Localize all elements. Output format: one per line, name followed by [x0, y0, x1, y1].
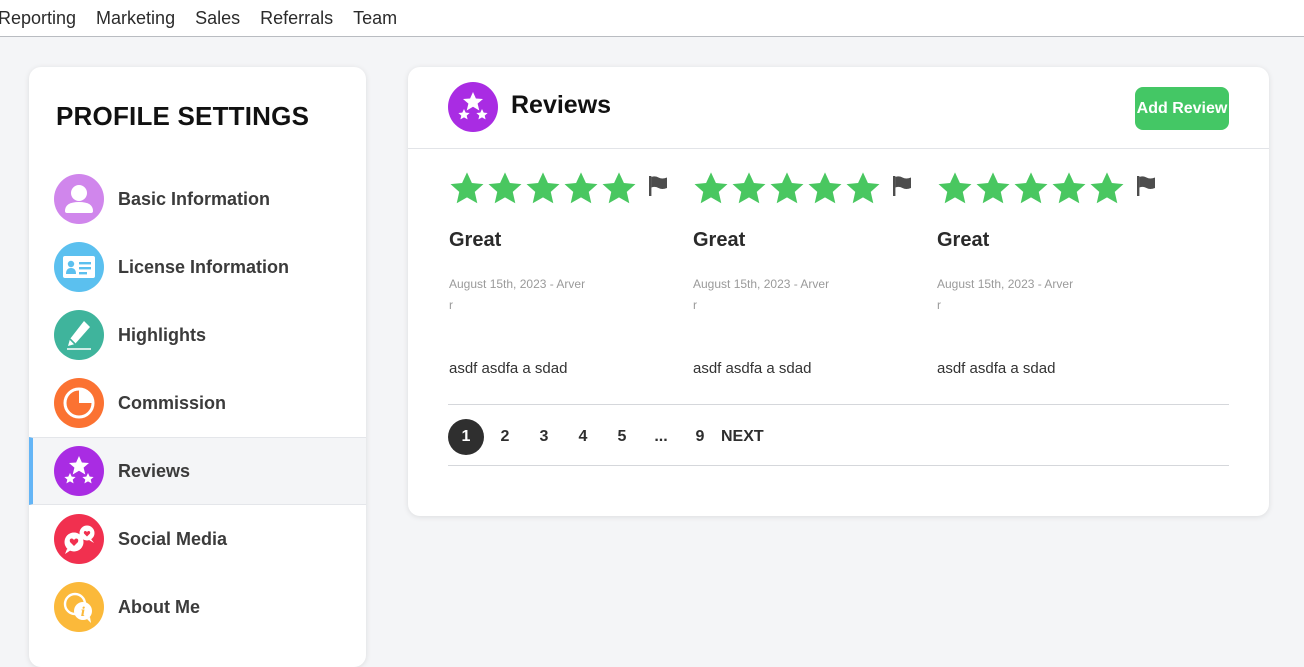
review-title: Great [449, 229, 502, 251]
page-2[interactable]: 2 [496, 419, 514, 455]
report-flag-icon[interactable] [1134, 174, 1158, 198]
nav-reporting[interactable]: Reporting [0, 0, 76, 37]
sidebar-item-highlights[interactable]: Highlights [29, 301, 366, 369]
page-title: Reviews [511, 91, 612, 119]
sidebar-item-label: Highlights [118, 324, 206, 345]
star-icon [808, 172, 842, 204]
review-body: asdf asdfa a sdad [937, 360, 1056, 377]
star-icon [938, 172, 972, 204]
nav-referrals[interactable]: Referrals [260, 0, 333, 37]
page-5[interactable]: 5 [613, 419, 631, 455]
review-item: Great August 15th, 2023 - Arverr asdf as… [692, 170, 922, 406]
sidebar-item-about-me[interactable]: i About Me [29, 573, 366, 641]
report-flag-icon[interactable] [890, 174, 914, 198]
star-icon [488, 172, 522, 204]
star-icon [1090, 172, 1124, 204]
star-rating [936, 170, 1158, 208]
review-meta: August 15th, 2023 - Arverr [937, 277, 1074, 312]
review-meta: August 15th, 2023 - Arverr [693, 277, 830, 312]
star-icon [1052, 172, 1086, 204]
review-item: Great August 15th, 2023 - Arverr asdf as… [936, 170, 1166, 406]
star-icon [976, 172, 1010, 204]
top-nav: Reporting Marketing Sales Referrals Team [0, 0, 1304, 37]
user-icon [54, 174, 104, 224]
star-rating [692, 170, 914, 208]
sidebar-item-social-media[interactable]: Social Media [29, 505, 366, 573]
review-body: asdf asdfa a sdad [693, 360, 812, 377]
id-card-icon [54, 242, 104, 292]
page-1[interactable]: 1 [448, 419, 484, 455]
star-icon [526, 172, 560, 204]
svg-text:i: i [81, 605, 86, 619]
sidebar-item-license-information[interactable]: License Information [29, 233, 366, 301]
sidebar-item-label: Basic Information [118, 188, 271, 209]
nav-team[interactable]: Team [353, 0, 397, 37]
reviews-card: Reviews Add Review Great August 15th, 20… [408, 67, 1269, 516]
review-meta: August 15th, 2023 - Arverr [449, 277, 586, 312]
page-9[interactable]: 9 [691, 419, 709, 455]
star-icon [694, 172, 728, 204]
sidebar-item-reviews[interactable]: Reviews [29, 437, 366, 505]
sidebar-item-commission[interactable]: Commission [29, 369, 366, 437]
add-review-button[interactable]: Add Review [1135, 87, 1229, 130]
star-icon [732, 172, 766, 204]
card-header: Reviews Add Review [408, 67, 1269, 149]
pagination: 1 2 3 4 5 ... 9 NEXT [448, 404, 1229, 466]
next-page-button[interactable]: NEXT [721, 419, 764, 455]
review-title: Great [693, 229, 746, 251]
pie-chart-icon [54, 378, 104, 428]
report-flag-icon[interactable] [646, 174, 670, 198]
review-title: Great [937, 229, 990, 251]
profile-settings-sidebar: PROFILE SETTINGS Basic Information Licen… [29, 67, 366, 667]
reviews-list: Great August 15th, 2023 - Arverr asdf as… [448, 170, 1229, 406]
sidebar-item-label: Commission [118, 392, 227, 413]
star-icon [846, 172, 880, 204]
nav-sales[interactable]: Sales [195, 0, 240, 37]
sidebar-item-label: Social Media [118, 528, 228, 549]
sidebar-item-basic-information[interactable]: Basic Information [29, 165, 366, 233]
star-icon [1014, 172, 1048, 204]
star-rating [448, 170, 670, 208]
chat-hearts-icon [54, 514, 104, 564]
page-ellipsis: ... [654, 428, 668, 445]
stars-icon [448, 82, 498, 132]
star-icon [602, 172, 636, 204]
sidebar-item-label: License Information [118, 256, 290, 277]
sidebar-item-label: About Me [118, 596, 200, 617]
pencil-icon [54, 310, 104, 360]
star-icon [564, 172, 598, 204]
page-4[interactable]: 4 [574, 419, 592, 455]
review-body: asdf asdfa a sdad [449, 360, 568, 377]
star-icon [450, 172, 484, 204]
stars-icon [54, 446, 104, 496]
info-bubble-icon: i [54, 582, 104, 632]
sidebar-item-label: Reviews [118, 460, 191, 481]
sidebar-title: PROFILE SETTINGS [56, 101, 310, 131]
page-3[interactable]: 3 [535, 419, 553, 455]
settings-nav: Basic Information License Information Hi… [29, 165, 366, 641]
nav-marketing[interactable]: Marketing [96, 0, 175, 37]
review-item: Great August 15th, 2023 - Arverr asdf as… [448, 170, 678, 406]
star-icon [770, 172, 804, 204]
